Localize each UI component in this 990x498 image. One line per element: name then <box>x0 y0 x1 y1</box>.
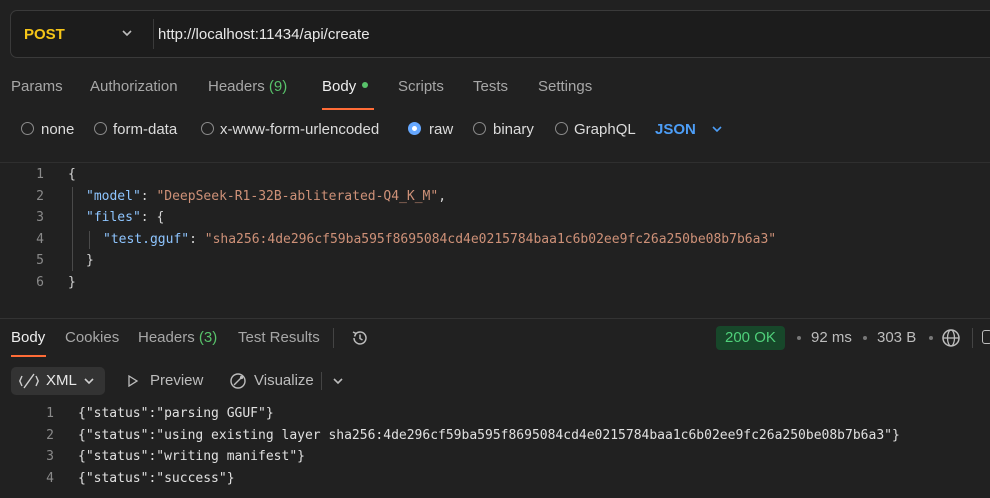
beautify-icon <box>19 373 39 389</box>
tab-settings[interactable]: Settings <box>538 78 592 95</box>
json-key: "test.gguf" <box>103 232 190 247</box>
play-icon <box>128 375 139 387</box>
line-number: 2 <box>46 428 54 443</box>
response-body-viewer[interactable]: 1 2 3 4 {"status":"parsing GGUF"} {"stat… <box>0 404 990 498</box>
radio-binary[interactable] <box>473 122 486 135</box>
line-number: 4 <box>36 232 44 247</box>
response-tab-cookies[interactable]: Cookies <box>65 329 119 346</box>
json-value: "DeepSeek-R1-32B-abliterated-Q4_K_M" <box>156 189 439 204</box>
line-number: 2 <box>36 189 44 204</box>
code-line: "files": { <box>86 210 165 225</box>
radio-graphql[interactable] <box>555 122 568 135</box>
radio-urlencoded[interactable] <box>201 122 214 135</box>
status-badge[interactable]: 200 OK <box>716 326 785 350</box>
divider <box>321 372 322 390</box>
response-headers-count: (3) <box>198 329 218 346</box>
json-key: "files" <box>86 210 141 225</box>
code-line: } <box>86 253 94 268</box>
chevron-down-icon[interactable] <box>119 25 135 41</box>
radio-none[interactable] <box>21 122 34 135</box>
tab-tests[interactable]: Tests <box>473 78 508 95</box>
separator-dot <box>797 336 801 340</box>
radio-form-data[interactable] <box>94 122 107 135</box>
visualize-button[interactable]: Visualize <box>254 372 314 389</box>
json-value: "sha256:4de296cf59ba595f8695084cd4e02157… <box>204 232 777 247</box>
chevron-down-icon <box>84 378 94 385</box>
line-number: 3 <box>46 449 54 464</box>
tab-body-label: Body <box>322 78 357 95</box>
request-url-bar: POST http://localhost:11434/api/create <box>10 10 990 58</box>
chevron-down-icon[interactable] <box>331 374 345 388</box>
tab-body[interactable]: Body <box>322 78 369 95</box>
code-line: } <box>68 275 76 290</box>
response-line: {"status":"parsing GGUF"} <box>78 406 274 421</box>
response-headers-label: Headers <box>138 329 195 346</box>
history-icon[interactable] <box>350 328 370 348</box>
radio-urlencoded-label[interactable]: x-www-form-urlencoded <box>220 121 379 138</box>
language-selector[interactable]: JSON <box>655 121 696 138</box>
format-label: XML <box>46 372 77 389</box>
code-line: { <box>68 167 76 182</box>
separator-dot <box>863 336 867 340</box>
line-number: 6 <box>36 275 44 290</box>
radio-none-label[interactable]: none <box>41 121 74 138</box>
code-line: "test.gguf": "sha256:4de296cf59ba595f869… <box>103 232 777 247</box>
active-response-tab-indicator <box>11 355 46 357</box>
tab-scripts[interactable]: Scripts <box>398 78 444 95</box>
line-number: 1 <box>36 167 44 182</box>
visualize-icon <box>230 373 246 389</box>
code-line: "model": "DeepSeek-R1-32B-abliterated-Q4… <box>86 189 447 204</box>
radio-raw[interactable] <box>408 122 421 135</box>
headers-count: (9) <box>268 78 288 95</box>
globe-icon[interactable] <box>941 328 961 348</box>
divider <box>333 328 334 348</box>
indent-guide <box>72 187 73 271</box>
json-key: "model" <box>86 189 141 204</box>
response-divider <box>0 318 990 319</box>
tab-headers[interactable]: Headers (9) <box>208 78 287 95</box>
separator-dot <box>929 336 933 340</box>
tab-authorization[interactable]: Authorization <box>90 78 178 95</box>
divider <box>972 328 973 348</box>
response-tab-body[interactable]: Body <box>11 329 45 346</box>
response-time[interactable]: 92 ms <box>811 329 852 346</box>
url-divider <box>153 19 154 49</box>
url-input[interactable]: http://localhost:11434/api/create <box>158 26 370 43</box>
radio-graphql-label[interactable]: GraphQL <box>574 121 636 138</box>
tab-headers-label: Headers <box>208 78 265 95</box>
tab-params[interactable]: Params <box>11 78 63 95</box>
radio-binary-label[interactable]: binary <box>493 121 534 138</box>
response-line: {"status":"success"} <box>78 471 235 486</box>
radio-raw-label[interactable]: raw <box>429 121 453 138</box>
preview-button[interactable]: Preview <box>150 372 203 389</box>
line-number: 3 <box>36 210 44 225</box>
radio-form-data-label[interactable]: form-data <box>113 121 177 138</box>
chevron-down-icon[interactable] <box>710 122 724 136</box>
response-size[interactable]: 303 B <box>877 329 916 346</box>
more-options-icon[interactable] <box>982 330 990 344</box>
request-body-editor[interactable]: 1 2 3 4 5 6 { "model": "DeepSeek-R1-32B-… <box>0 163 990 307</box>
line-number: 1 <box>46 406 54 421</box>
response-tab-test-results[interactable]: Test Results <box>238 329 320 346</box>
indent-guide <box>89 231 90 249</box>
line-number: 5 <box>36 253 44 268</box>
method-selector[interactable]: POST <box>24 26 65 43</box>
response-line: {"status":"using existing layer sha256:4… <box>78 428 900 443</box>
response-tab-headers[interactable]: Headers (3) <box>138 329 217 346</box>
body-indicator-dot <box>362 82 369 89</box>
line-number: 4 <box>46 471 54 486</box>
active-tab-indicator <box>322 108 374 110</box>
response-line: {"status":"writing manifest"} <box>78 449 305 464</box>
